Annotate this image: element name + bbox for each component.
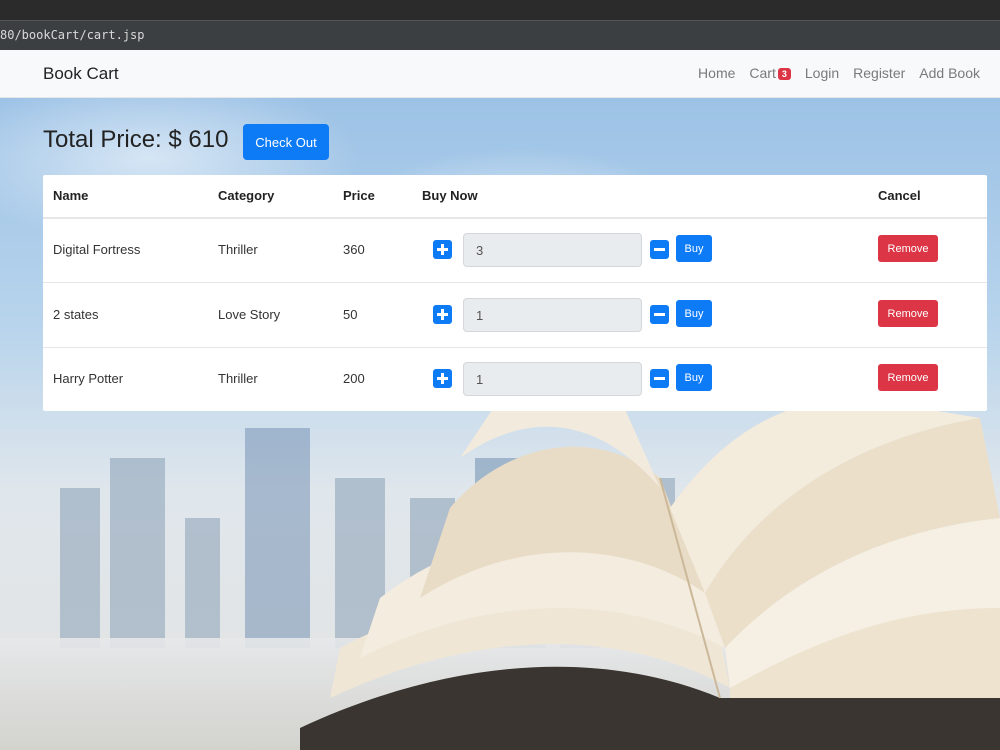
window-frame	[0, 0, 1000, 20]
cart-table: Name Category Price Buy Now Cancel Digit…	[43, 175, 987, 411]
book-price: 200	[343, 371, 365, 386]
table-row: 2 states Love Story 50 Buy Remove	[43, 283, 987, 348]
nav-cart-link[interactable]: Cart 3	[749, 65, 791, 81]
buy-button[interactable]: Buy	[676, 235, 712, 262]
column-header-category: Category	[218, 188, 275, 203]
cart-count-badge: 3	[777, 68, 791, 80]
total-price: Total Price: $ 610	[43, 126, 229, 153]
nav-cart-label: Cart	[749, 65, 776, 81]
quantity-input[interactable]	[463, 298, 642, 332]
book-name: Digital Fortress	[53, 242, 141, 257]
brand-link[interactable]: Book Cart	[43, 64, 119, 84]
checkout-button[interactable]: Check Out	[243, 124, 329, 160]
minus-square-icon[interactable]	[650, 305, 669, 324]
column-header-buy-now: Buy Now	[422, 188, 478, 203]
plus-square-icon[interactable]	[433, 369, 452, 388]
quantity-input[interactable]	[463, 362, 642, 396]
quantity-input[interactable]	[463, 233, 642, 267]
table-row: Harry Potter Thriller 200 Buy Remove	[43, 347, 987, 411]
book-name: 2 states	[53, 307, 99, 322]
remove-button[interactable]: Remove	[878, 235, 938, 262]
remove-button[interactable]: Remove	[878, 364, 938, 391]
nav-home-link[interactable]: Home	[698, 65, 735, 81]
table-header: Name Category Price Buy Now Cancel	[43, 175, 987, 219]
buy-button[interactable]: Buy	[676, 364, 712, 391]
address-bar[interactable]: 80/bookCart/cart.jsp	[0, 20, 1000, 50]
column-header-price: Price	[343, 188, 375, 203]
column-header-name: Name	[53, 188, 89, 203]
remove-button[interactable]: Remove	[878, 300, 938, 327]
plus-square-icon[interactable]	[433, 305, 452, 324]
nav-links: Home Cart 3 Login Register Add Book	[698, 65, 980, 81]
table-row: Digital Fortress Thriller 360 Buy Remove	[43, 218, 987, 283]
nav-login-link[interactable]: Login	[805, 65, 839, 81]
minus-square-icon[interactable]	[650, 369, 669, 388]
book-category: Love Story	[218, 307, 281, 322]
book-category: Thriller	[218, 242, 258, 257]
nav-register-link[interactable]: Register	[853, 65, 905, 81]
minus-square-icon[interactable]	[650, 240, 669, 259]
navbar: Book Cart Home Cart 3 Login Register Add …	[0, 50, 1000, 98]
plus-square-icon[interactable]	[433, 240, 452, 259]
column-header-cancel: Cancel	[878, 188, 921, 203]
buy-button[interactable]: Buy	[676, 300, 712, 327]
book-name: Harry Potter	[53, 371, 124, 386]
book-price: 360	[343, 242, 365, 257]
book-price: 50	[343, 307, 358, 322]
book-category: Thriller	[218, 371, 258, 386]
nav-add-book-link[interactable]: Add Book	[919, 65, 980, 81]
